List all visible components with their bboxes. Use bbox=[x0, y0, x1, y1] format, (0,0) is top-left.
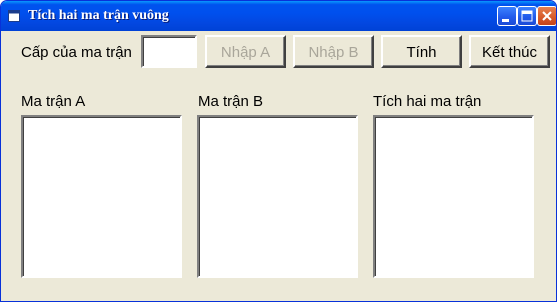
exit-button[interactable]: Kết thúc bbox=[469, 35, 550, 68]
minimize-button[interactable] bbox=[497, 6, 517, 26]
window-title: Tích hai ma trận vuông bbox=[28, 8, 169, 23]
product-label: Tích hai ma trận bbox=[373, 93, 482, 110]
input-b-button[interactable]: Nhập B bbox=[293, 35, 374, 68]
app-window-icon[interactable] bbox=[8, 10, 20, 22]
close-button[interactable] bbox=[537, 6, 556, 26]
matrix-size-label: Cấp của ma trận bbox=[21, 44, 132, 61]
maximize-button[interactable] bbox=[517, 6, 537, 26]
maximize-icon bbox=[521, 10, 533, 22]
input-a-button[interactable]: Nhập A bbox=[205, 35, 286, 68]
close-icon bbox=[542, 11, 552, 21]
title-bar[interactable]: Tích hai ma trận vuông bbox=[1, 1, 556, 31]
compute-button[interactable]: Tính bbox=[381, 35, 462, 68]
main-window: Tích hai ma trận vuông Cấp của ma trận N… bbox=[0, 0, 557, 302]
matrix-size-input[interactable] bbox=[141, 35, 197, 68]
matrix-b-listbox[interactable] bbox=[197, 115, 358, 278]
matrix-a-listbox[interactable] bbox=[21, 115, 182, 278]
matrix-a-label: Ma trận A bbox=[21, 93, 86, 110]
matrix-b-label: Ma trận B bbox=[198, 93, 264, 110]
minimize-icon bbox=[502, 19, 509, 22]
product-listbox[interactable] bbox=[373, 115, 534, 278]
